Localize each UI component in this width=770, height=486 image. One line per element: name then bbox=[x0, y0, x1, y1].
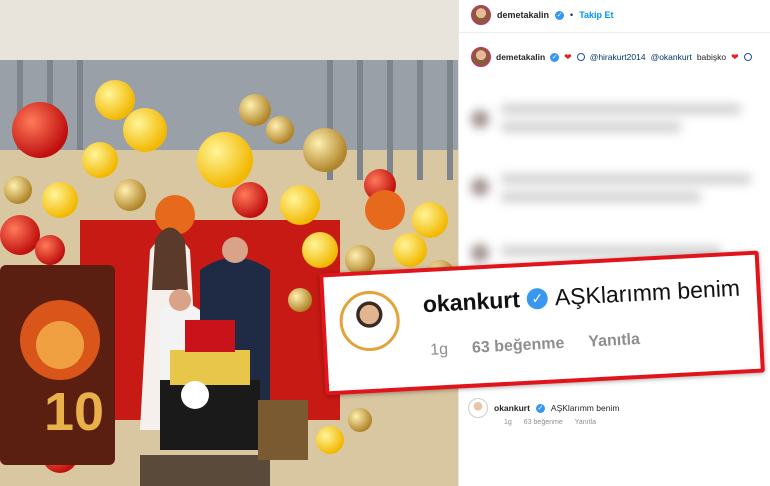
heart-icon: ❤ bbox=[564, 51, 572, 62]
galatasaray-circle-icon bbox=[576, 53, 585, 61]
blurred-comment bbox=[471, 172, 761, 212]
callout-likes[interactable]: 63 beğenme bbox=[472, 335, 565, 358]
caption-avatar[interactable] bbox=[471, 47, 491, 67]
commenter-avatar[interactable] bbox=[468, 398, 488, 418]
cake-number-10: 10 bbox=[44, 382, 104, 442]
party-photo-illustration: 10 bbox=[0, 0, 458, 486]
comment-username[interactable]: okankurt bbox=[494, 403, 530, 413]
callout-time: 1g bbox=[429, 340, 449, 359]
callout-reply-button[interactable]: Yanıtla bbox=[588, 331, 640, 352]
zoomed-comment-callout: okankurt ✓ AŞKlarımm benim 1g 63 beğenme… bbox=[319, 250, 765, 396]
galatasaray-circle-icon bbox=[743, 53, 752, 61]
comment-text: AŞKlarımm benim bbox=[550, 403, 620, 413]
callout-username[interactable]: okankurt bbox=[422, 286, 520, 318]
post-header: demetakalin ✓ • Takip Et bbox=[471, 5, 614, 25]
post-photo[interactable]: 10 bbox=[0, 0, 458, 486]
callout-comment-text: AŞKlarımm benim bbox=[554, 274, 741, 311]
follow-button[interactable]: Takip Et bbox=[579, 10, 613, 20]
comment-time: 1g bbox=[504, 419, 512, 426]
mention-hirakurt[interactable]: @hirakurt2014 bbox=[590, 52, 646, 62]
comment-likes[interactable]: 63 beğenme bbox=[524, 419, 563, 426]
header-divider bbox=[459, 32, 770, 33]
comment-okankurt: okankurt ✓ AŞKlarımm benim 1g 63 beğenme… bbox=[468, 398, 619, 426]
verified-badge-icon: ✓ bbox=[555, 10, 565, 20]
caption-text: babişko bbox=[696, 52, 727, 62]
reply-button[interactable]: Yanıtla bbox=[575, 419, 596, 426]
verified-badge-icon: ✓ bbox=[526, 287, 549, 310]
commenter-avatar-large[interactable] bbox=[338, 289, 402, 353]
dot-separator: • bbox=[570, 10, 574, 20]
verified-badge-icon: ✓ bbox=[535, 403, 545, 413]
verified-badge-icon: ✓ bbox=[550, 52, 560, 62]
header-username[interactable]: demetakalin bbox=[497, 10, 549, 20]
post-caption: demetakalin ✓ ❤ @hirakurt2014 @okankurt … bbox=[471, 47, 752, 67]
caption-username[interactable]: demetakalin bbox=[496, 52, 545, 62]
blurred-comment bbox=[471, 100, 761, 140]
mention-okankurt[interactable]: @okankurt bbox=[651, 52, 692, 62]
heart-icon: ❤ bbox=[731, 51, 739, 62]
user-avatar[interactable] bbox=[471, 5, 491, 25]
